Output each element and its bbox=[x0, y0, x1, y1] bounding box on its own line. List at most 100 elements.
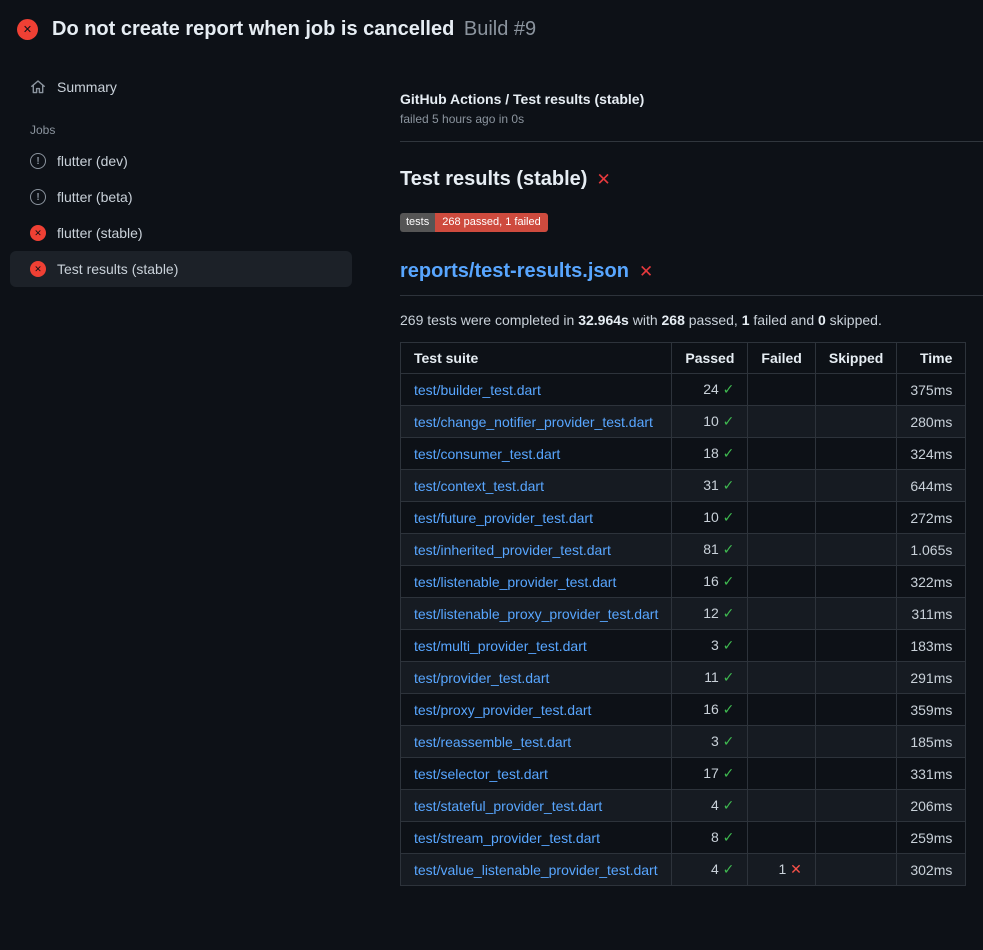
table-row: test/change_notifier_provider_test.dart … bbox=[401, 406, 966, 438]
test-suite-link[interactable]: test/stateful_provider_test.dart bbox=[414, 798, 602, 814]
check-icon: ✓ bbox=[723, 701, 735, 717]
time-cell: 1.065s bbox=[897, 534, 966, 566]
failed-cell bbox=[748, 406, 815, 438]
suite-cell: test/change_notifier_provider_test.dart bbox=[401, 406, 672, 438]
failed-cell bbox=[748, 758, 815, 790]
suite-cell: test/listenable_proxy_provider_test.dart bbox=[401, 598, 672, 630]
summary-label: Summary bbox=[57, 79, 117, 95]
column-header: Test suite bbox=[401, 343, 672, 374]
failed-cell bbox=[748, 566, 815, 598]
test-suite-link[interactable]: test/context_test.dart bbox=[414, 478, 544, 494]
suite-cell: test/multi_provider_test.dart bbox=[401, 630, 672, 662]
passed-cell: 10 ✓ bbox=[672, 406, 748, 438]
time-cell: 331ms bbox=[897, 758, 966, 790]
check-icon: ✓ bbox=[723, 733, 735, 749]
suite-cell: test/proxy_provider_test.dart bbox=[401, 694, 672, 726]
badge-label: tests bbox=[400, 213, 435, 232]
failed-cell bbox=[748, 534, 815, 566]
suite-cell: test/builder_test.dart bbox=[401, 374, 672, 406]
table-row: test/multi_provider_test.dart 3 ✓ 183ms bbox=[401, 630, 966, 662]
failed-cell bbox=[748, 502, 815, 534]
suite-cell: test/stream_provider_test.dart bbox=[401, 822, 672, 854]
table-row: test/inherited_provider_test.dart 81 ✓ 1… bbox=[401, 534, 966, 566]
test-suite-link[interactable]: test/consumer_test.dart bbox=[414, 446, 560, 462]
sidebar: Summary Jobs ! flutter (dev) ! flutter (… bbox=[0, 55, 380, 287]
check-icon: ✓ bbox=[723, 797, 735, 813]
suite-cell: test/reassemble_test.dart bbox=[401, 726, 672, 758]
time-cell: 206ms bbox=[897, 790, 966, 822]
failed-cell bbox=[748, 374, 815, 406]
check-icon: ✓ bbox=[723, 637, 735, 653]
skipped-cell bbox=[815, 502, 896, 534]
failed-cell bbox=[748, 726, 815, 758]
summary-text: skipped. bbox=[826, 312, 882, 328]
passed-cell: 17 ✓ bbox=[672, 758, 748, 790]
job-label: flutter (beta) bbox=[57, 189, 132, 205]
suite-cell: test/inherited_provider_test.dart bbox=[401, 534, 672, 566]
test-suite-link[interactable]: test/proxy_provider_test.dart bbox=[414, 702, 591, 718]
summary-line: 269 tests were completed in 32.964s with… bbox=[400, 312, 983, 328]
failed-cell bbox=[748, 470, 815, 502]
sidebar-job-item[interactable]: ! flutter (dev) bbox=[10, 143, 352, 179]
time-cell: 291ms bbox=[897, 662, 966, 694]
sidebar-job-item[interactable]: ✕ flutter (stable) bbox=[10, 215, 352, 251]
column-header: Passed bbox=[672, 343, 748, 374]
skipped-cell bbox=[815, 790, 896, 822]
time-cell: 259ms bbox=[897, 822, 966, 854]
summary-text: failed and bbox=[750, 312, 819, 328]
job-label: flutter (stable) bbox=[57, 225, 143, 241]
suite-cell: test/context_test.dart bbox=[401, 470, 672, 502]
column-header: Time bbox=[897, 343, 966, 374]
test-suite-link[interactable]: test/reassemble_test.dart bbox=[414, 734, 571, 750]
test-suite-link[interactable]: test/stream_provider_test.dart bbox=[414, 830, 600, 846]
x-circle-icon: ✕ bbox=[30, 261, 46, 277]
skipped-cell bbox=[815, 662, 896, 694]
suite-cell: test/listenable_provider_test.dart bbox=[401, 566, 672, 598]
report-heading: reports/test-results.json ✕ bbox=[400, 260, 983, 296]
table-row: test/consumer_test.dart 18 ✓ 324ms bbox=[401, 438, 966, 470]
passed-cell: 31 ✓ bbox=[672, 470, 748, 502]
check-icon: ✓ bbox=[723, 829, 735, 845]
time-cell: 183ms bbox=[897, 630, 966, 662]
test-suite-link[interactable]: test/provider_test.dart bbox=[414, 670, 549, 686]
sidebar-job-item[interactable]: ! flutter (beta) bbox=[10, 179, 352, 215]
suite-cell: test/future_provider_test.dart bbox=[401, 502, 672, 534]
summary-text: passed, bbox=[685, 312, 742, 328]
sidebar-job-item[interactable]: ✕ Test results (stable) bbox=[10, 251, 352, 287]
test-suite-link[interactable]: test/value_listenable_provider_test.dart bbox=[414, 862, 658, 878]
skipped-cell bbox=[815, 726, 896, 758]
time-cell: 302ms bbox=[897, 854, 966, 886]
table-row: test/context_test.dart 31 ✓ 644ms bbox=[401, 470, 966, 502]
tests-badge: tests 268 passed, 1 failed bbox=[400, 213, 548, 232]
time-cell: 644ms bbox=[897, 470, 966, 502]
skipped-cell bbox=[815, 438, 896, 470]
test-suite-link[interactable]: test/listenable_provider_test.dart bbox=[414, 574, 616, 590]
x-circle-icon: ✕ bbox=[30, 225, 46, 241]
check-icon: ✓ bbox=[723, 861, 735, 877]
test-suite-link[interactable]: test/multi_provider_test.dart bbox=[414, 638, 587, 654]
results-table: Test suitePassedFailedSkippedTime test/b… bbox=[400, 342, 966, 886]
column-header: Skipped bbox=[815, 343, 896, 374]
report-link[interactable]: reports/test-results.json bbox=[400, 260, 629, 283]
test-suite-link[interactable]: test/builder_test.dart bbox=[414, 382, 541, 398]
build-number: Build #9 bbox=[464, 18, 536, 40]
table-row: test/future_provider_test.dart 10 ✓ 272m… bbox=[401, 502, 966, 534]
test-suite-link[interactable]: test/future_provider_test.dart bbox=[414, 510, 593, 526]
check-icon: ✓ bbox=[723, 413, 735, 429]
skipped-cell bbox=[815, 566, 896, 598]
sidebar-item-summary[interactable]: Summary bbox=[10, 69, 352, 105]
failed-cell bbox=[748, 598, 815, 630]
x-mark-icon: ✕ bbox=[596, 170, 610, 190]
time-cell: 322ms bbox=[897, 566, 966, 598]
test-suite-link[interactable]: test/listenable_proxy_provider_test.dart bbox=[414, 606, 658, 622]
table-row: test/stream_provider_test.dart 8 ✓ 259ms bbox=[401, 822, 966, 854]
suite-cell: test/selector_test.dart bbox=[401, 758, 672, 790]
test-suite-link[interactable]: test/inherited_provider_test.dart bbox=[414, 542, 611, 558]
test-suite-link[interactable]: test/selector_test.dart bbox=[414, 766, 548, 782]
divider bbox=[400, 141, 983, 142]
check-icon: ✓ bbox=[723, 381, 735, 397]
skipped-cell bbox=[815, 470, 896, 502]
time-cell: 185ms bbox=[897, 726, 966, 758]
time-cell: 375ms bbox=[897, 374, 966, 406]
test-suite-link[interactable]: test/change_notifier_provider_test.dart bbox=[414, 414, 653, 430]
